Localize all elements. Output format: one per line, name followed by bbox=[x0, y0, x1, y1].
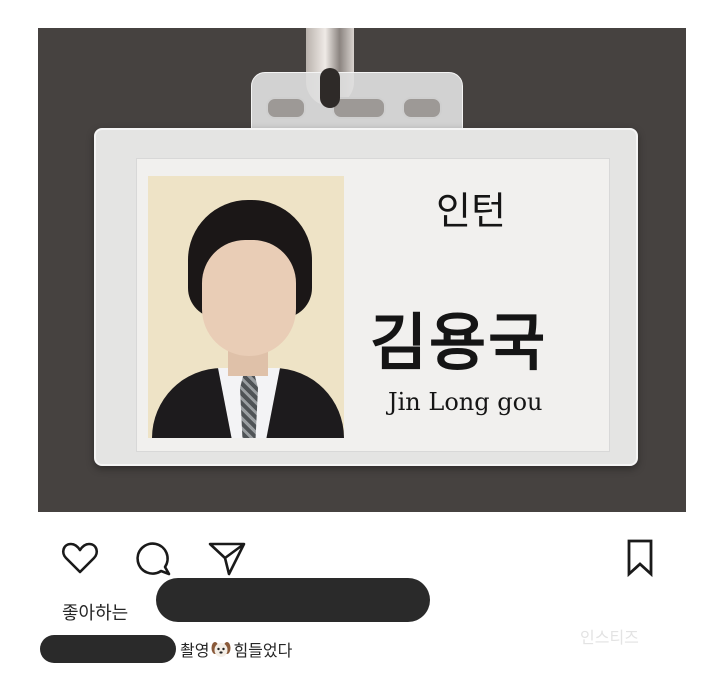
heart-outline-icon[interactable] bbox=[60, 538, 100, 578]
redacted-username bbox=[156, 578, 430, 622]
post-photo[interactable]: 인턴 김용국 Jin Long gou bbox=[38, 28, 686, 512]
tab-slot bbox=[402, 97, 442, 119]
portrait-face bbox=[202, 240, 296, 356]
lanyard-clip bbox=[320, 68, 340, 108]
speech-bubble-icon[interactable] bbox=[134, 538, 174, 578]
redacted-username bbox=[40, 635, 176, 663]
watermark: 인스티즈 bbox=[580, 628, 639, 647]
badge-holder: 인턴 김용국 Jin Long gou bbox=[94, 128, 638, 466]
badge-name-korean: 김용국 bbox=[370, 306, 548, 379]
tab-slot bbox=[332, 97, 386, 119]
puppy-face-icon bbox=[211, 640, 231, 658]
post-caption: 촬영 힘들었다 bbox=[40, 634, 292, 664]
paper-plane-icon[interactable] bbox=[207, 538, 247, 578]
portrait-tie bbox=[240, 374, 258, 438]
id-badge-card: 인턴 김용국 Jin Long gou bbox=[136, 158, 610, 452]
id-portrait-photo bbox=[148, 176, 344, 438]
tab-slot bbox=[266, 97, 306, 119]
likes-label: 좋아하는 bbox=[62, 603, 129, 624]
badge-name-english: Jin Long gou bbox=[388, 388, 543, 416]
likes-row: 좋아하는 bbox=[62, 596, 128, 628]
badge-role-title: 인턴 bbox=[436, 189, 506, 233]
caption-text-part: 촬영 bbox=[180, 641, 210, 660]
caption-text: 촬영 힘들었다 bbox=[180, 637, 292, 661]
caption-text-part: 힘들었다 bbox=[233, 641, 293, 660]
bookmark-icon[interactable] bbox=[620, 538, 660, 578]
